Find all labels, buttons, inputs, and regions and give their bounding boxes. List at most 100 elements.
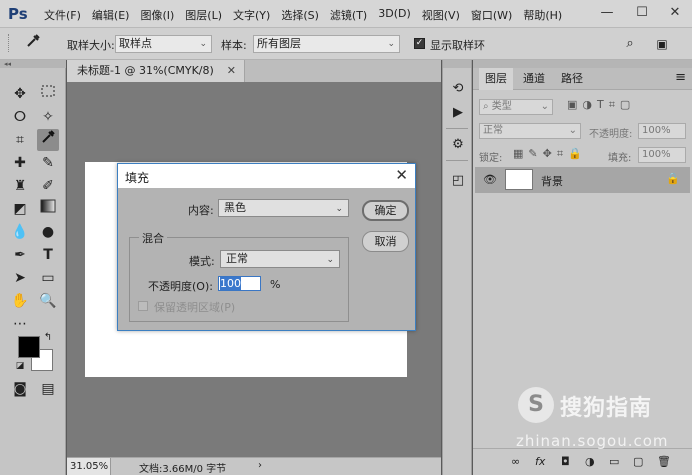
menu-select[interactable]: 选择(S) (281, 7, 319, 23)
menu-image[interactable]: 图像(I) (140, 7, 174, 23)
pen-tool-icon[interactable]: ✒ (9, 244, 31, 266)
screen-mode-icon[interactable]: ▤ (37, 378, 59, 400)
path-selection-tool-icon[interactable]: ➤ (9, 267, 31, 289)
healing-brush-tool-icon[interactable]: ✚ (9, 152, 31, 174)
search-icon: ⌕ (483, 101, 492, 112)
menu-help[interactable]: 帮助(H) (523, 7, 562, 23)
layer-filter-icons[interactable]: ▣◑T⌗▢ (567, 98, 635, 112)
eyedropper-preset-icon[interactable] (22, 33, 44, 55)
menu-window[interactable]: 窗口(W) (471, 7, 512, 23)
blend-mode-select[interactable]: 正常 ⌄ (479, 123, 581, 139)
actions-panel-icon[interactable]: ▶ (449, 104, 467, 122)
document-tab-title: 未标题-1 @ 31%(CMYK/8) (77, 64, 214, 77)
layer-name[interactable]: 背景 (541, 173, 563, 189)
rectangle-tool-icon[interactable]: ▭ (37, 267, 59, 289)
clone-stamp-tool-icon[interactable]: ♜ (9, 175, 31, 197)
watermark-url: zhinan.sogou.com (516, 432, 669, 450)
dodge-tool-icon[interactable]: ● (37, 221, 59, 243)
menu-file[interactable]: 文件(F) (44, 7, 81, 23)
group-icon[interactable]: ▭ (609, 455, 619, 468)
mode-value: 正常 (226, 252, 248, 265)
lock-label: 锁定: (479, 153, 503, 164)
brush-tool-icon[interactable]: ✎ (37, 152, 59, 174)
hand-tool-icon[interactable]: ✋ (9, 290, 31, 312)
sample-select[interactable]: 所有图层 ⌄ (253, 35, 400, 53)
history-brush-tool-icon[interactable]: ✐ (37, 175, 59, 197)
minimize-button[interactable]: — (592, 2, 622, 24)
cancel-button[interactable]: 取消 (362, 231, 409, 252)
ok-button[interactable]: 确定 (362, 200, 409, 221)
quick-mask-icon[interactable]: ◙ (9, 378, 31, 400)
zoom-tool-icon[interactable]: 🔍 (37, 290, 59, 312)
document-tab[interactable]: 未标题-1 @ 31%(CMYK/8) ✕ (67, 60, 245, 82)
maximize-button[interactable]: ☐ (627, 2, 657, 24)
tab-layers[interactable]: 图层 (479, 68, 513, 90)
adjustments-panel-icon[interactable]: ◰ (449, 172, 467, 190)
eraser-tool-icon[interactable]: ◩ (9, 198, 31, 220)
sample-size-value: 取样点 (119, 37, 152, 50)
menu-edit[interactable]: 编辑(E) (92, 7, 130, 23)
trash-icon[interactable]: 🗑 (657, 455, 671, 468)
layer-opacity-value: 100% (642, 125, 671, 136)
fx-icon[interactable]: fx (535, 455, 545, 468)
crop-tool-icon[interactable]: ⌗ (9, 129, 31, 151)
panel-menu-icon[interactable]: ≡ (675, 70, 686, 85)
tools-collapse-icon[interactable]: ◂◂ (0, 60, 66, 68)
status-bar: 31.05% 文档:3.66M/0 字节 › (67, 457, 441, 475)
type-tool-icon[interactable]: T (37, 244, 59, 266)
new-layer-icon[interactable]: ▢ (633, 455, 643, 468)
history-panel-icon[interactable]: ⟲ (449, 80, 467, 98)
content-select[interactable]: 黑色 ⌄ (218, 199, 349, 217)
layer-opacity-field[interactable]: 100% (638, 123, 686, 139)
menu-bar: Ps 文件(F) 编辑(E) 图像(I) 图层(L) 文字(Y) 选择(S) 滤… (0, 0, 692, 28)
magic-wand-tool-icon[interactable]: ✧ (37, 106, 59, 128)
close-tab-icon[interactable]: ✕ (227, 60, 236, 82)
layer-filter-select[interactable]: ⌕ 类型 ⌄ (479, 99, 553, 115)
chevron-right-icon[interactable]: › (258, 460, 262, 471)
swap-colors-icon[interactable]: ↰ (42, 332, 54, 344)
eyedropper-tool-icon[interactable] (37, 129, 59, 151)
mode-select[interactable]: 正常 ⌄ (220, 250, 340, 268)
content-value: 黑色 (224, 201, 246, 214)
move-tool-icon[interactable]: ✥ (9, 83, 31, 105)
menu-type[interactable]: 文字(Y) (233, 7, 270, 23)
default-colors-icon[interactable]: ◪ (14, 360, 26, 372)
eye-icon[interactable]: 👁 (483, 173, 497, 186)
dialog-title-bar[interactable]: 填充 ✕ (118, 164, 415, 188)
options-grip (8, 34, 12, 52)
close-window-button[interactable]: ✕ (660, 2, 690, 24)
chevron-down-icon: ⌄ (568, 125, 577, 136)
menu-layer[interactable]: 图层(L) (185, 7, 222, 23)
properties-panel-icon[interactable]: ⚙ (449, 136, 467, 154)
zoom-level[interactable]: 31.05% (67, 458, 111, 475)
tab-channels[interactable]: 通道 (517, 68, 551, 90)
opacity-input[interactable]: 100 (218, 276, 261, 291)
chevron-down-icon: ⌄ (387, 39, 395, 49)
foreground-color-swatch[interactable] (18, 336, 40, 358)
preserve-transparency-checkbox[interactable] (138, 301, 148, 311)
sample-size-select[interactable]: 取样点 ⌄ (115, 35, 212, 53)
lasso-tool-icon[interactable]: ⵔ (9, 106, 31, 128)
chevron-down-icon: ⌄ (326, 255, 334, 265)
adjustment-layer-icon[interactable]: ◑ (585, 455, 595, 468)
menu-3d[interactable]: 3D(D) (378, 7, 411, 23)
marquee-tool-icon[interactable] (37, 83, 59, 105)
layer-thumbnail (505, 169, 533, 190)
tab-paths[interactable]: 路径 (555, 68, 589, 90)
more-tools-icon[interactable]: ⋯ (9, 313, 31, 335)
menu-view[interactable]: 视图(V) (422, 7, 460, 23)
search-icon[interactable]: ⌕ (619, 33, 641, 55)
add-mask-icon[interactable]: ◘ (561, 455, 570, 468)
layer-row[interactable]: 👁 背景 🔒 (475, 167, 690, 193)
show-ring-checkbox[interactable]: ✓ (414, 38, 425, 49)
close-icon[interactable]: ✕ (395, 166, 408, 184)
blur-tool-icon[interactable]: 💧 (9, 221, 31, 243)
lock-icons[interactable]: ▦✎✥⌗🔒 (513, 147, 587, 161)
layer-fill-field[interactable]: 100% (638, 147, 686, 163)
gradient-tool-icon[interactable] (37, 198, 59, 220)
sample-label: 样本: (221, 39, 247, 52)
chevron-down-icon: ⌄ (199, 39, 207, 49)
link-layers-icon[interactable]: ∞ (511, 455, 520, 468)
workspace-icon[interactable]: ▣ (651, 33, 673, 55)
menu-filter[interactable]: 滤镜(T) (330, 7, 367, 23)
